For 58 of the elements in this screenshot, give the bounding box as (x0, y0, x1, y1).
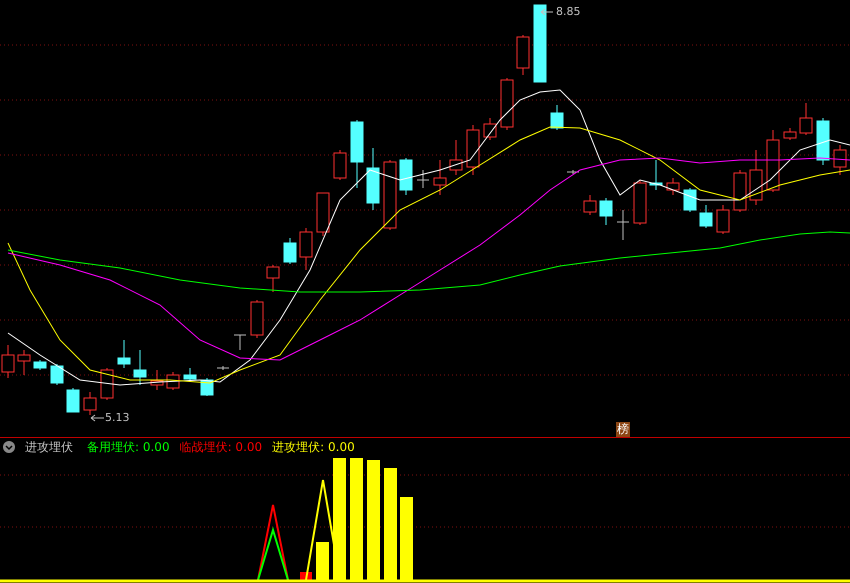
rank-badge: 榜 (616, 422, 630, 437)
candlestick (18, 350, 30, 376)
candlestick (34, 360, 46, 370)
candlestick (300, 228, 312, 270)
candlestick (766, 130, 780, 192)
candlestick (500, 78, 514, 130)
candlestick (434, 160, 446, 196)
high-price-label: 8.85 (556, 5, 580, 18)
candlestick (816, 118, 830, 166)
candlestick (484, 118, 496, 140)
candlestick (350, 120, 364, 188)
candlestick (400, 158, 412, 196)
candlestick (134, 350, 146, 386)
candlestick (384, 160, 396, 230)
candlestick (466, 124, 480, 176)
candlestick (716, 204, 730, 234)
candlestick (684, 188, 696, 212)
candlestick (100, 368, 114, 400)
candlestick (550, 104, 564, 130)
candlestick (366, 148, 380, 210)
candlestick (250, 300, 264, 338)
candlestick (650, 160, 662, 190)
candlestick (118, 340, 130, 368)
candlestick (516, 34, 530, 76)
candlestick (800, 102, 812, 136)
indicator-line (257, 526, 289, 580)
candlestick (216, 366, 230, 370)
candlestick (150, 370, 164, 390)
indicator-title: 进攻埋伏 (25, 438, 73, 456)
candlestick (66, 388, 80, 412)
candlestick (266, 264, 280, 292)
collapse-icon[interactable] (3, 441, 15, 453)
candlestick (634, 180, 646, 226)
candlestick (566, 170, 580, 174)
candlestick (50, 364, 64, 386)
candlestick (184, 368, 196, 382)
arrow-icon (540, 8, 554, 16)
candlestick (84, 392, 96, 416)
candlestick (834, 144, 846, 176)
candlestick (700, 204, 712, 228)
candlestick (600, 198, 612, 226)
candlestick (784, 128, 796, 140)
candlestick (666, 178, 680, 196)
legend-value: 临战埋伏: 0.00 (180, 438, 262, 456)
candlestick (750, 150, 762, 206)
candlestick (284, 238, 296, 264)
candlestick (234, 334, 246, 350)
candlestick (584, 194, 596, 216)
candlestick (316, 192, 330, 236)
low-price-label: 5.13 (105, 411, 130, 424)
candlestick (450, 140, 462, 176)
candlestick (416, 170, 430, 188)
candlestick (734, 170, 746, 212)
candlestick (334, 150, 346, 180)
candlestick (616, 210, 630, 240)
arrow-icon (90, 414, 104, 422)
legend-value: 备用埋伏: 0.00 (87, 438, 170, 456)
legend-value: 进攻埋伏: 0.00 (272, 438, 355, 456)
